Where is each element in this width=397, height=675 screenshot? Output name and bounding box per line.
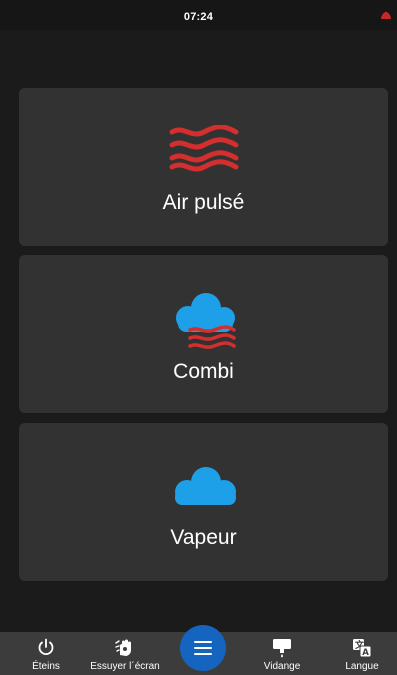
steam-cloud-icon — [174, 467, 236, 505]
nav-label: Langue — [345, 661, 379, 672]
nav-label: Éteins — [32, 661, 60, 672]
status-bar: 07:24 — [0, 0, 397, 30]
status-time: 07:24 — [183, 11, 214, 23]
power-off-button[interactable]: Éteins — [22, 632, 70, 675]
mode-card-vapeur[interactable]: Vapeur — [19, 423, 388, 581]
language-button[interactable]: 文 A Langue — [338, 632, 386, 675]
alert-icon — [381, 11, 391, 19]
hot-air-waves-icon — [169, 125, 238, 172]
translate-icon: 文 A — [353, 639, 372, 658]
mode-label: Air pulsé — [162, 191, 245, 214]
drain-button[interactable]: Vidange — [258, 632, 306, 675]
mode-label: Combi — [173, 360, 234, 383]
cloud-with-heat-waves-icon — [175, 293, 236, 349]
power-icon — [38, 638, 54, 656]
mode-card-air-pulse[interactable]: Air pulsé — [19, 88, 388, 246]
nav-label: Vidange — [263, 661, 301, 672]
drain-icon — [273, 639, 291, 658]
mode-card-combi[interactable]: Combi — [19, 255, 388, 413]
svg-text:A: A — [362, 648, 369, 658]
menu-button[interactable] — [180, 625, 226, 671]
wipe-screen-button[interactable]: Essuyer l´écran — [86, 632, 164, 675]
hand-wipe-icon — [115, 639, 131, 656]
nav-label: Essuyer l´écran — [90, 661, 160, 672]
mode-label: Vapeur — [170, 526, 237, 549]
